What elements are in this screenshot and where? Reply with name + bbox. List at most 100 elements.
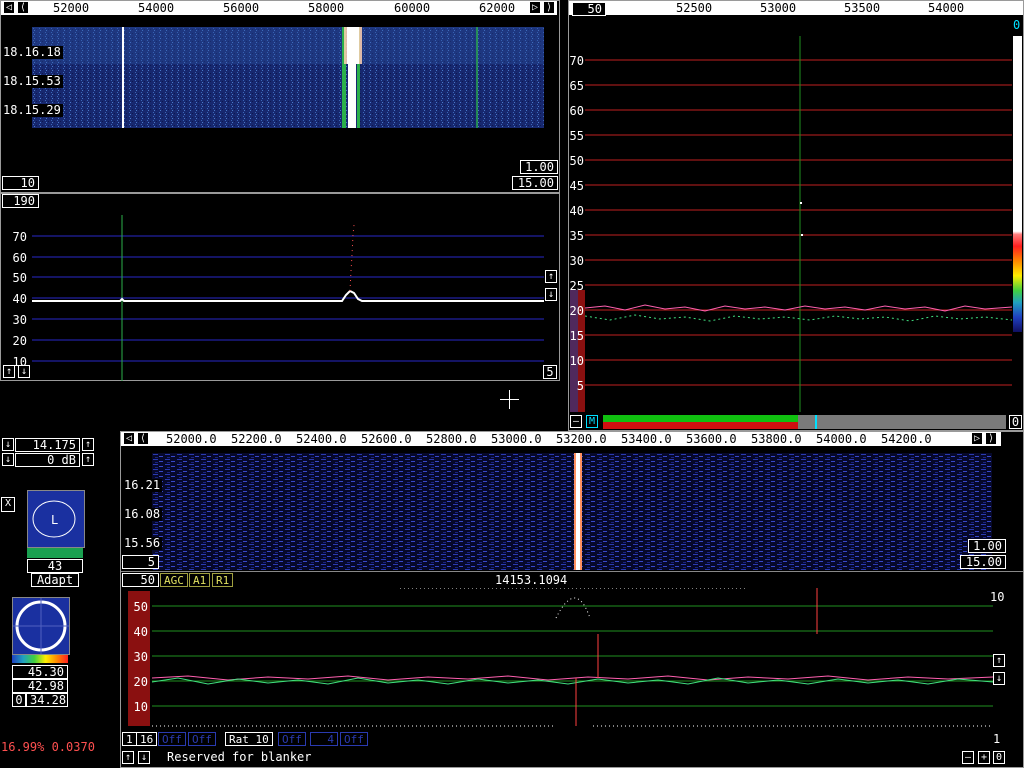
waterfall-gain-box[interactable]: 1.00 bbox=[520, 160, 558, 174]
waterfall-zero-box[interactable]: 15.00 bbox=[512, 176, 558, 190]
baseband-timestamp: 15.56 bbox=[122, 536, 163, 550]
main-waterfall-frequency-scale[interactable]: ◁ ⟨ 52000 54000 56000 58000 60000 62000 … bbox=[1, 1, 557, 15]
zero-button[interactable]: 0 bbox=[993, 751, 1005, 764]
down-arrow-icon[interactable]: ↓ bbox=[138, 751, 150, 764]
down-arrow-icon[interactable]: ↓ bbox=[2, 453, 14, 466]
highres-y-label: 55 bbox=[569, 129, 584, 143]
gain-value[interactable]: 0 dB bbox=[15, 453, 80, 467]
scroll-right-fast-button[interactable]: ⟩ bbox=[543, 1, 555, 14]
scale-label: 54200.0 bbox=[881, 432, 932, 446]
tag-off-1[interactable]: Off bbox=[158, 732, 186, 746]
up-arrow-icon[interactable]: ↑ bbox=[545, 270, 557, 283]
scroll-right-button[interactable]: ▷ bbox=[529, 1, 541, 14]
plus-button[interactable]: + bbox=[978, 751, 990, 764]
crosshair-cursor-icon bbox=[500, 390, 519, 409]
tag-1[interactable]: 1 bbox=[122, 732, 137, 746]
scale-label: 52600.0 bbox=[361, 432, 412, 446]
tag-16[interactable]: 16 bbox=[136, 732, 158, 746]
scale-label: 52800.0 bbox=[426, 432, 477, 446]
scale-label: 56000 bbox=[223, 1, 260, 15]
baseband-frequency-scale[interactable]: ◁ ⟨ 52000.0 52200.0 52400.0 52600.0 5280… bbox=[121, 432, 1001, 446]
baseband-y-label: 40 bbox=[133, 625, 148, 639]
baseband-right-value: 10 bbox=[990, 590, 1005, 604]
s-meter-dial: L bbox=[27, 490, 85, 548]
tag-rat[interactable]: Rat 10 bbox=[225, 732, 273, 746]
scale-label: 53800.0 bbox=[751, 432, 802, 446]
main-waterfall[interactable] bbox=[32, 27, 544, 128]
up-arrow-icon[interactable]: ↑ bbox=[993, 654, 1005, 667]
scroll-right-button[interactable]: ▷ bbox=[971, 432, 983, 445]
highres-y-label: 60 bbox=[569, 104, 584, 118]
agc-button[interactable]: AGC bbox=[160, 573, 188, 587]
highres-spectrum-graph[interactable] bbox=[585, 36, 1012, 412]
up-arrow-icon[interactable]: ↑ bbox=[82, 438, 94, 451]
baseband-divider bbox=[121, 571, 1023, 572]
spectrum-average-box[interactable]: 190 bbox=[2, 194, 39, 208]
main-spectrum-graph[interactable] bbox=[32, 215, 544, 381]
scroll-left-button[interactable]: ◁ bbox=[3, 1, 15, 14]
r1-button[interactable]: R1 bbox=[212, 573, 234, 587]
signal-bar-marker[interactable] bbox=[815, 415, 817, 429]
highres-y-label: 30 bbox=[569, 254, 584, 268]
up-arrow-icon[interactable]: ↑ bbox=[122, 751, 134, 764]
scroll-left-fast-button[interactable]: ⟨ bbox=[137, 432, 149, 445]
tag-off-2[interactable]: Off bbox=[188, 732, 216, 746]
baseband-average-box[interactable]: 5 bbox=[122, 555, 159, 569]
scale-label: 52200.0 bbox=[231, 432, 282, 446]
highres-right-box[interactable]: 0 bbox=[1009, 415, 1022, 429]
tag-off-4[interactable]: Off bbox=[340, 732, 368, 746]
frequency-value[interactable]: 14.175 bbox=[15, 438, 80, 452]
cpu-load-text: 16.99% 0.0370 bbox=[1, 740, 95, 754]
minus-button[interactable]: – bbox=[962, 751, 974, 764]
highres-frequency-scale[interactable]: 52500 53000 53500 54000 bbox=[569, 1, 1023, 15]
baseband-waterfall[interactable] bbox=[152, 453, 992, 570]
scale-label: 53400.0 bbox=[621, 432, 672, 446]
spectrum-y-label: 20 bbox=[12, 334, 27, 348]
m-button[interactable]: M bbox=[586, 415, 598, 428]
waterfall-timestamp: 18.15.29 bbox=[1, 103, 63, 117]
tag-4[interactable]: 4 bbox=[310, 732, 338, 746]
scale-label: 53600.0 bbox=[686, 432, 737, 446]
a1-button[interactable]: A1 bbox=[189, 573, 211, 587]
down-arrow-icon[interactable]: ↓ bbox=[993, 672, 1005, 685]
tag-off-3[interactable]: Off bbox=[278, 732, 306, 746]
scroll-left-button[interactable]: ◁ bbox=[123, 432, 135, 445]
baseband-y-label: 50 bbox=[133, 600, 148, 614]
waterfall-average-box[interactable]: 10 bbox=[2, 176, 39, 190]
center-frequency-readout: 14153.1094 bbox=[495, 573, 568, 587]
baseband-zero-box[interactable]: 15.00 bbox=[960, 555, 1006, 569]
up-arrow-icon[interactable]: ↑ bbox=[82, 453, 94, 466]
scale-label: 52400.0 bbox=[296, 432, 347, 446]
scale-label: 54000.0 bbox=[816, 432, 867, 446]
highres-y-label: 5 bbox=[576, 379, 584, 393]
down-arrow-icon[interactable]: ↓ bbox=[2, 438, 14, 451]
baseband-spectrum-average-box[interactable]: 50 bbox=[122, 573, 159, 587]
baseband-y-label: 20 bbox=[133, 675, 148, 689]
highres-y-label: 70 bbox=[569, 54, 584, 68]
highres-level-value: 0 bbox=[1013, 18, 1021, 32]
highres-y-label: 20 bbox=[569, 304, 584, 318]
scroll-right-fast-button[interactable]: ⟩ bbox=[985, 432, 997, 445]
scale-label: 53000.0 bbox=[491, 432, 542, 446]
scale-label: 52000.0 bbox=[166, 432, 217, 446]
minus-button[interactable]: – bbox=[570, 415, 582, 428]
signal-bar-red bbox=[603, 422, 798, 429]
baseband-timestamp: 16.21 bbox=[122, 478, 163, 492]
readout-c-prefix[interactable]: 0 bbox=[12, 693, 26, 707]
down-arrow-icon[interactable]: ↓ bbox=[18, 365, 30, 378]
readout-b: 42.98 bbox=[12, 679, 68, 693]
baseband-gain-box[interactable]: 1.00 bbox=[968, 539, 1006, 553]
spectrum-y-label: 70 bbox=[12, 230, 27, 244]
scroll-left-fast-button[interactable]: ⟨ bbox=[17, 1, 29, 14]
adapt-button[interactable]: Adapt bbox=[31, 573, 79, 587]
waterfall-timestamp: 18.15.53 bbox=[1, 74, 63, 88]
up-arrow-icon[interactable]: ↑ bbox=[3, 365, 15, 378]
down-arrow-icon[interactable]: ↓ bbox=[545, 288, 557, 301]
spectrum-right-box[interactable]: 5 bbox=[543, 365, 557, 379]
signal-bar-green bbox=[603, 415, 798, 422]
spectrum-y-label: 30 bbox=[12, 313, 27, 327]
baseband-timestamp: 16.08 bbox=[122, 507, 163, 521]
close-button[interactable]: X bbox=[1, 497, 15, 512]
baseband-spectrum-graph[interactable] bbox=[128, 588, 993, 728]
highres-average-box[interactable]: 50 bbox=[572, 2, 606, 16]
